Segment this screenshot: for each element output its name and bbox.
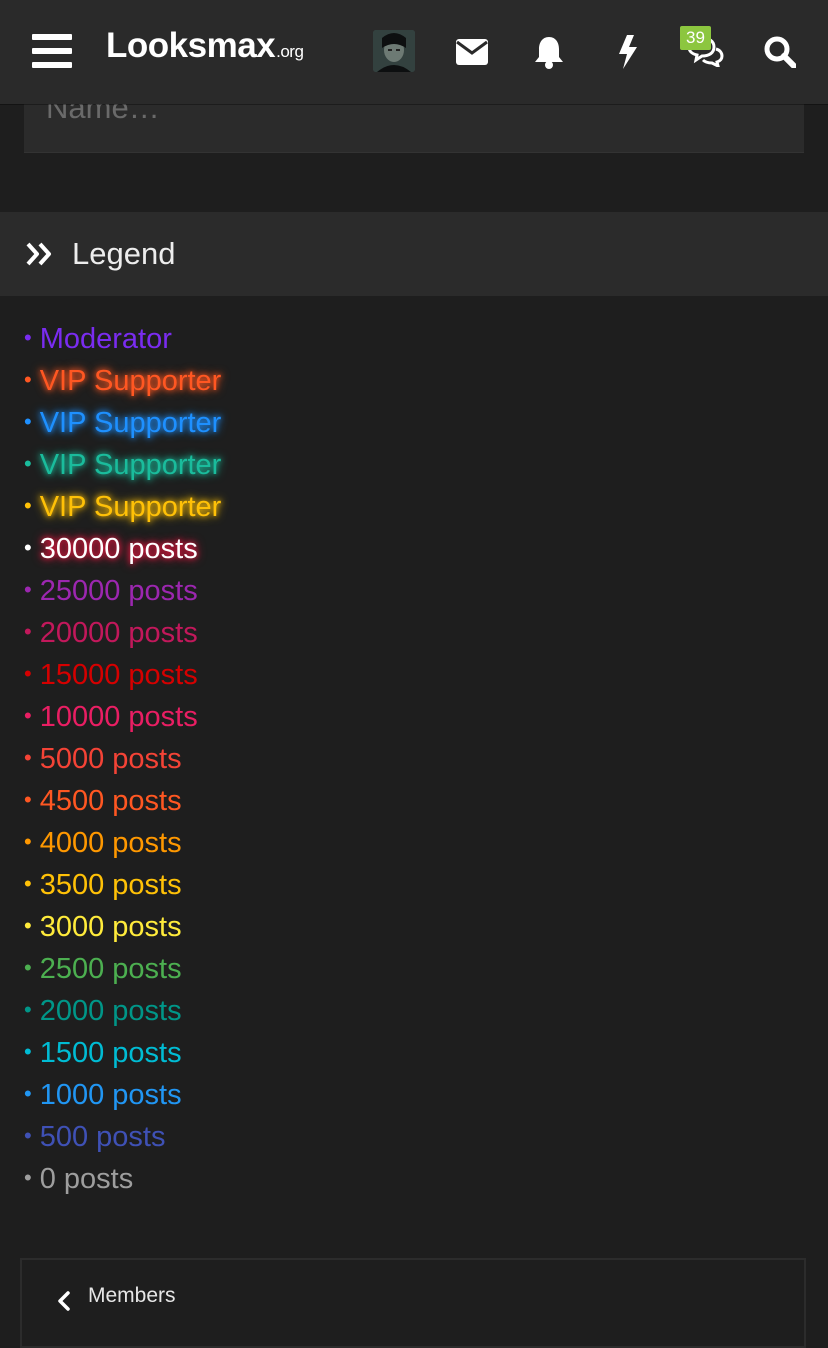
legend-item-label: 10000 posts bbox=[39, 701, 198, 733]
legend-item-label: VIP Supporter bbox=[39, 449, 222, 481]
legend-item: • VIP Supporter bbox=[24, 444, 221, 486]
bullet-icon: • bbox=[24, 871, 32, 896]
legend-item: • 2000 posts bbox=[24, 990, 221, 1032]
legend-item-label: 15000 posts bbox=[39, 659, 198, 691]
legend-item: • 500 posts bbox=[24, 1116, 221, 1158]
chevron-left-icon bbox=[54, 1286, 74, 1316]
legend-item-label: Moderator bbox=[39, 323, 172, 355]
legend-item: • 15000 posts bbox=[24, 654, 221, 696]
legend-item-label: 500 posts bbox=[39, 1121, 166, 1153]
legend-list: • Moderator • VIP Supporter • VIP Supporter • V… bbox=[24, 318, 221, 1200]
bullet-icon: • bbox=[24, 451, 32, 476]
legend-item: • Moderator bbox=[24, 318, 221, 360]
legend-item: • 10000 posts bbox=[24, 696, 221, 738]
legend-item-label: 0 posts bbox=[39, 1163, 134, 1195]
bullet-icon: • bbox=[24, 493, 32, 518]
bullet-icon: • bbox=[24, 787, 32, 812]
members-back-link[interactable]: Members bbox=[20, 1258, 806, 1348]
bullet-icon: • bbox=[24, 997, 32, 1022]
legend-item-label: VIP Supporter bbox=[39, 365, 222, 397]
bullet-icon: • bbox=[24, 1039, 32, 1064]
legend-item-label: 5000 posts bbox=[39, 743, 182, 775]
legend-item: • VIP Supporter bbox=[24, 486, 221, 528]
bolt-icon[interactable] bbox=[608, 32, 648, 72]
bullet-icon: • bbox=[24, 745, 32, 770]
legend-item-label: 30000 posts bbox=[39, 533, 198, 565]
legend-title: Legend bbox=[72, 236, 176, 271]
legend-item-label: 3000 posts bbox=[39, 911, 182, 943]
members-label: Members bbox=[88, 1284, 176, 1307]
legend-item-label: 25000 posts bbox=[39, 575, 198, 607]
bullet-icon: • bbox=[24, 703, 32, 728]
bullet-icon: • bbox=[24, 1123, 32, 1148]
legend-item-label: 3500 posts bbox=[39, 869, 182, 901]
bullet-icon: • bbox=[24, 367, 32, 392]
legend-item: • 4500 posts bbox=[24, 780, 221, 822]
legend-item: • 20000 posts bbox=[24, 612, 221, 654]
site-logo[interactable]: Looksmax.org bbox=[106, 26, 304, 66]
legend-item: • 25000 posts bbox=[24, 570, 221, 612]
double-chevron-right-icon bbox=[26, 240, 54, 268]
legend-item: • 4000 posts bbox=[24, 822, 221, 864]
legend-header: Legend bbox=[0, 212, 828, 296]
bullet-icon: • bbox=[24, 535, 32, 560]
bullet-icon: • bbox=[24, 829, 32, 854]
legend-item-label: 20000 posts bbox=[39, 617, 198, 649]
search-icon[interactable] bbox=[760, 32, 800, 72]
bullet-icon: • bbox=[24, 1081, 32, 1106]
legend-item: • 0 posts bbox=[24, 1158, 221, 1200]
legend-item: • 3500 posts bbox=[24, 864, 221, 906]
bullet-icon: • bbox=[24, 913, 32, 938]
bullet-icon: • bbox=[24, 409, 32, 434]
legend-item: • 5000 posts bbox=[24, 738, 221, 780]
legend-item-label: 2000 posts bbox=[39, 995, 182, 1027]
top-navigation-bar: Looksmax.org 39 bbox=[0, 0, 828, 104]
avatar[interactable] bbox=[373, 30, 415, 72]
envelope-icon[interactable] bbox=[452, 32, 492, 72]
legend-item-label: 4500 posts bbox=[39, 785, 182, 817]
bullet-icon: • bbox=[24, 1165, 32, 1190]
legend-item-label: 1500 posts bbox=[39, 1037, 182, 1069]
menu-icon[interactable] bbox=[32, 34, 72, 68]
legend-item: • VIP Supporter bbox=[24, 360, 221, 402]
logo-text: Looksmax bbox=[106, 26, 276, 65]
bullet-icon: • bbox=[24, 619, 32, 644]
legend-item: • 3000 posts bbox=[24, 906, 221, 948]
legend-item: • 1000 posts bbox=[24, 1074, 221, 1116]
legend-item-label: 1000 posts bbox=[39, 1079, 182, 1111]
legend-item-label: 2500 posts bbox=[39, 953, 182, 985]
bullet-icon: • bbox=[24, 661, 32, 686]
legend-item-label: VIP Supporter bbox=[39, 407, 222, 439]
logo-suffix: .org bbox=[276, 42, 304, 61]
legend-item-label: VIP Supporter bbox=[39, 491, 222, 523]
conversations-badge: 39 bbox=[680, 26, 711, 50]
legend-item-label: 4000 posts bbox=[39, 827, 182, 859]
bell-icon[interactable] bbox=[529, 32, 569, 72]
legend-item: • 2500 posts bbox=[24, 948, 221, 990]
bullet-icon: • bbox=[24, 325, 32, 350]
legend-item: • VIP Supporter bbox=[24, 402, 221, 444]
bullet-icon: • bbox=[24, 955, 32, 980]
legend-item: • 1500 posts bbox=[24, 1032, 221, 1074]
legend-item: • 30000 posts bbox=[24, 528, 221, 570]
bullet-icon: • bbox=[24, 577, 32, 602]
